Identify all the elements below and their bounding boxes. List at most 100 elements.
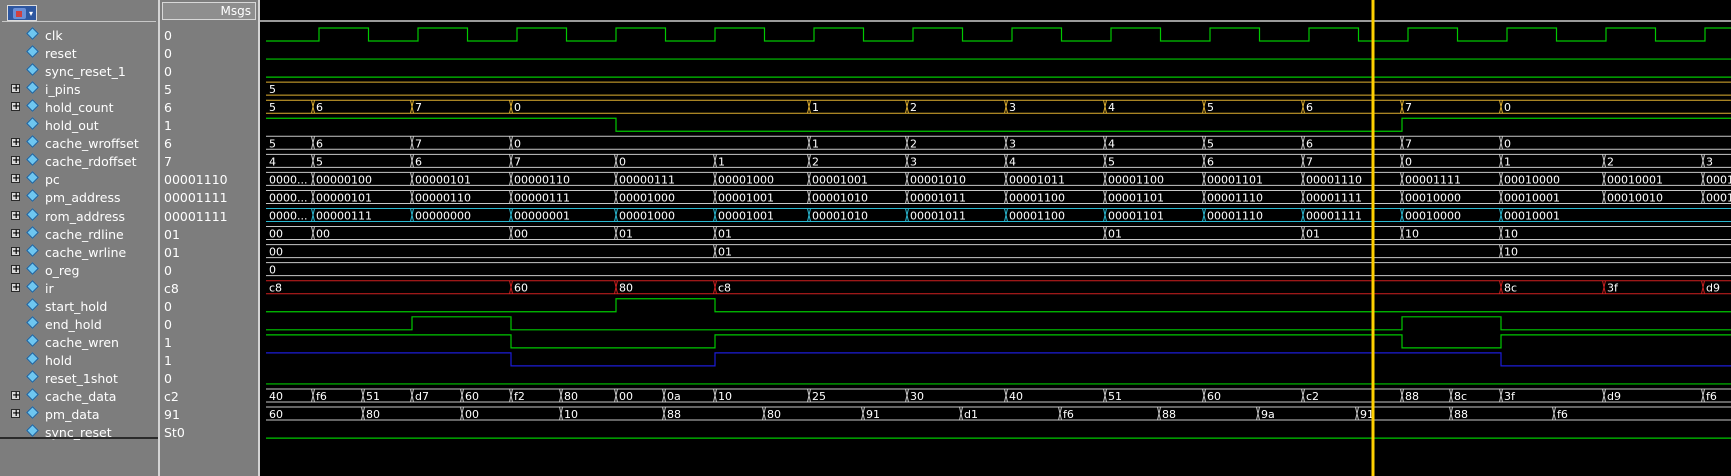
signal-diamond-icon — [26, 135, 39, 149]
bus-value-cache_rdoffset: 4 — [1009, 155, 1016, 168]
bus-value-pm_address: 00001110 — [1207, 191, 1263, 204]
bus-value-i_pins: 5 — [269, 83, 276, 96]
bus-value-pm_address: 00001101 — [1108, 191, 1164, 204]
bus-value-rom_address: 00001010 — [812, 210, 868, 223]
signal-row-pm_address[interactable]: + pm_address — [0, 188, 158, 206]
expand-icon[interactable]: + — [11, 102, 20, 112]
signal-diamond-icon — [26, 225, 39, 239]
expand-icon[interactable]: + — [11, 174, 20, 184]
signal-name: reset_1shot — [45, 370, 118, 386]
waveform-canvas: 55 6 7 0 1 2 3 4 5 6 7 05 6 7 0 1 2 3 4 5 6 7 04 5 6 7 0 1 2 3 4 5 6 7 0 1 2… — [260, 0, 1731, 476]
wave-clk — [266, 27, 1731, 42]
signal-diamond-icon — [26, 297, 39, 311]
signal-row-i_pins[interactable]: + i_pins — [0, 80, 158, 98]
expand-icon[interactable]: + — [11, 228, 20, 238]
expand-icon[interactable]: + — [11, 282, 20, 292]
bus-value-ir: c8 — [269, 282, 282, 295]
signal-name: end_hold — [45, 316, 102, 332]
bus-value-cache_wroffset: 4 — [1108, 137, 1115, 150]
signal-value: 01 — [164, 226, 180, 242]
expand-icon[interactable]: + — [11, 409, 20, 419]
bus-value-cache_rdoffset: 1 — [718, 155, 725, 168]
signal-value: 0 — [164, 28, 172, 43]
signal-row-ir[interactable]: + ir — [0, 279, 158, 297]
signal-diamond-icon — [26, 406, 39, 419]
signal-row-clk[interactable]: clk — [0, 26, 158, 44]
waveform-area[interactable]: 5567012345670567012345670456701234567012… — [260, 0, 1731, 476]
bus-value-cache_wrline: 01 — [718, 246, 732, 259]
signal-diamond-icon — [26, 27, 39, 40]
signal-row-hold_count[interactable]: + hold_count — [0, 98, 158, 116]
bus-value-cache_wroffset: 0 — [514, 137, 521, 150]
signal-diamond-icon — [26, 153, 39, 167]
bus-value-cache_wroffset: 5 — [1207, 137, 1214, 150]
signal-name-panel: ▾ clk reset sync_reset_1 + i_pins + hold_count… — [0, 0, 158, 476]
expand-icon[interactable]: + — [11, 192, 20, 202]
wave-cache_wren — [266, 334, 1731, 349]
bus-value-pc: 00001001 — [812, 173, 868, 186]
bus-value-cache_data: f6 — [1706, 390, 1717, 403]
bus-value-pc: 00001111 — [1405, 173, 1461, 186]
signal-name: cache_rdoffset — [45, 154, 137, 170]
signal-diamond-icon — [26, 171, 39, 185]
bus-value-pc: 00001100 — [1108, 173, 1164, 186]
signal-value: 6 — [164, 100, 172, 116]
expand-icon[interactable]: + — [11, 210, 20, 220]
bus-value-pm_data: 88 — [1454, 408, 1468, 421]
bus-value-pm_address: 00010001 — [1504, 191, 1560, 204]
signal-row-reset_1shot[interactable]: reset_1shot — [0, 369, 158, 387]
expand-icon[interactable]: + — [11, 246, 20, 256]
signal-row-hold[interactable]: hold — [0, 351, 158, 369]
bus-value-ir: d9 — [1706, 282, 1720, 295]
bus-value-pm_address: 00001000 — [619, 191, 675, 204]
signal-row-o_reg[interactable]: + o_reg — [0, 261, 158, 279]
signal-value: 00001110 — [164, 172, 228, 188]
signal-value: 01 — [164, 244, 180, 260]
signal-row-cache_data[interactable]: + cache_data — [0, 387, 158, 405]
signal-row-cache_wroffset[interactable]: + cache_wroffset — [0, 134, 158, 152]
bus-value-cache_wrline: 00 — [269, 246, 283, 259]
signal-value: 1 — [164, 118, 172, 134]
bus-value-pm_address: 00000110 — [415, 191, 471, 204]
bus-value-cache_data: f2 — [514, 390, 525, 403]
signal-row-end_hold[interactable]: end_hold — [0, 315, 158, 333]
expand-icon[interactable]: + — [11, 156, 20, 166]
bus-value-cache_rdline: 00 — [269, 228, 283, 241]
expand-icon[interactable]: + — [11, 138, 20, 148]
signal-row-sync_reset_1[interactable]: sync_reset_1 — [0, 62, 158, 80]
signal-value: 6 — [164, 136, 172, 152]
signal-row-pc[interactable]: + pc — [0, 170, 158, 188]
bus-value-cache_data: 88 — [1405, 390, 1419, 403]
signal-row-cache_rdline[interactable]: + cache_rdline — [0, 225, 158, 243]
signal-row-cache_wrline[interactable]: + cache_wrline — [0, 243, 158, 261]
signal-row-pm_data[interactable]: + pm_data — [0, 405, 158, 423]
bus-value-pm_address: 00001100 — [1009, 191, 1065, 204]
signal-value: 1 — [164, 334, 172, 350]
signal-name: clk — [45, 28, 63, 43]
bus-value-rom_address: 0000... — [269, 210, 307, 223]
bus-value-hold_count: 0 — [514, 101, 521, 114]
signal-row-start_hold[interactable]: start_hold — [0, 297, 158, 315]
bus-value-pc: 00001011 — [1009, 173, 1065, 186]
expand-icon[interactable]: + — [11, 391, 20, 401]
signal-row-reset[interactable]: reset — [0, 44, 158, 62]
bus-value-pc: 00000100 — [316, 173, 372, 186]
wave-tool-button[interactable]: ▾ — [7, 5, 37, 21]
signal-row-rom_address[interactable]: + rom_address — [0, 207, 158, 225]
bus-value-cache_wroffset: 3 — [1009, 137, 1016, 150]
signal-value: 1 — [164, 352, 172, 368]
signal-row-hold_out[interactable]: hold_out — [0, 116, 158, 134]
signal-diamond-icon — [26, 261, 39, 275]
bus-value-pm_address: 00000101 — [316, 191, 372, 204]
signal-row-cache_rdoffset[interactable]: + cache_rdoffset — [0, 152, 158, 170]
signal-name: sync_reset_1 — [45, 64, 126, 80]
expand-icon[interactable]: + — [11, 84, 20, 94]
signal-row-cache_wren[interactable]: cache_wren — [0, 333, 158, 351]
bus-value-cache_data: 10 — [718, 390, 732, 403]
signal-value: St0 — [164, 425, 185, 441]
bus-value-cache_rdline: 01 — [619, 228, 633, 241]
panel-splitter[interactable] — [0, 437, 158, 439]
expand-icon[interactable]: + — [11, 264, 20, 274]
timeline-strip — [260, 0, 1731, 20]
signal-diamond-icon — [26, 81, 39, 95]
